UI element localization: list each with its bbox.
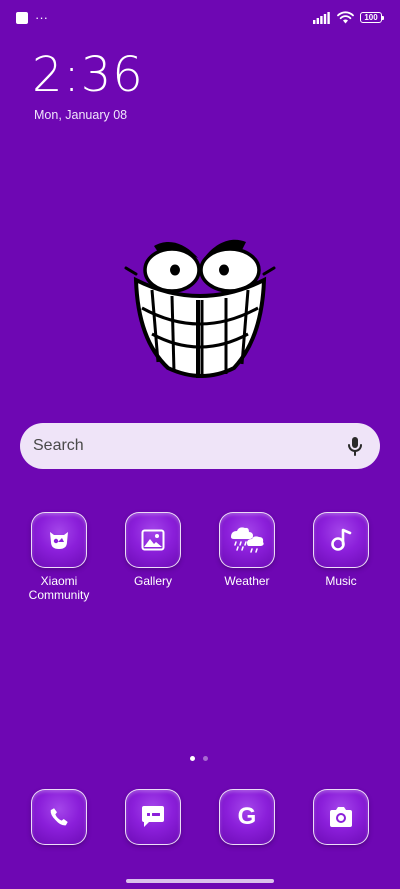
page-dot-active <box>190 756 195 761</box>
app-xiaomi-community[interactable]: Xiaomi Community <box>19 512 99 602</box>
grinning-face-widget[interactable] <box>122 228 278 384</box>
app-label: Music <box>325 574 357 588</box>
weather-icon[interactable] <box>219 512 275 568</box>
notification-icon <box>16 12 28 24</box>
dock-phone[interactable] <box>19 789 99 845</box>
status-right: 100 <box>313 11 384 24</box>
camera-icon[interactable] <box>313 789 369 845</box>
dock-messages[interactable] <box>113 789 193 845</box>
page-indicator <box>190 756 208 761</box>
clock-time[interactable]: 2:36 <box>32 46 144 104</box>
app-label: Weather <box>224 574 270 588</box>
microphone-icon[interactable] <box>344 435 366 457</box>
phone-icon[interactable] <box>31 789 87 845</box>
status-bar: ··· 100 <box>0 0 400 36</box>
search-placeholder[interactable]: Search <box>33 437 84 455</box>
wifi-icon <box>337 11 354 24</box>
mi-bunny-icon[interactable] <box>31 512 87 568</box>
signal-icon <box>313 11 330 24</box>
dock-camera[interactable] <box>301 789 381 845</box>
google-icon[interactable]: G <box>219 789 275 845</box>
messages-icon[interactable] <box>125 789 181 845</box>
dock-google[interactable]: G <box>207 789 287 845</box>
search-bar[interactable]: Search <box>20 423 380 469</box>
status-left: ··· <box>16 10 48 25</box>
app-gallery[interactable]: Gallery <box>113 512 193 588</box>
music-icon[interactable] <box>313 512 369 568</box>
home-indicator[interactable] <box>126 879 274 883</box>
page-dot <box>203 756 208 761</box>
app-weather[interactable]: Weather <box>207 512 287 588</box>
app-label: Gallery <box>133 574 172 588</box>
clock-date[interactable]: Mon, January 08 <box>34 108 127 122</box>
google-glyph: G <box>237 803 257 830</box>
battery-level: 100 <box>364 13 378 22</box>
battery-icon: 100 <box>360 12 384 23</box>
more-notifications-icon: ··· <box>35 10 48 25</box>
app-music[interactable]: Music <box>301 512 381 588</box>
gallery-icon[interactable] <box>125 512 181 568</box>
app-label: Xiaomi Community <box>28 574 90 602</box>
